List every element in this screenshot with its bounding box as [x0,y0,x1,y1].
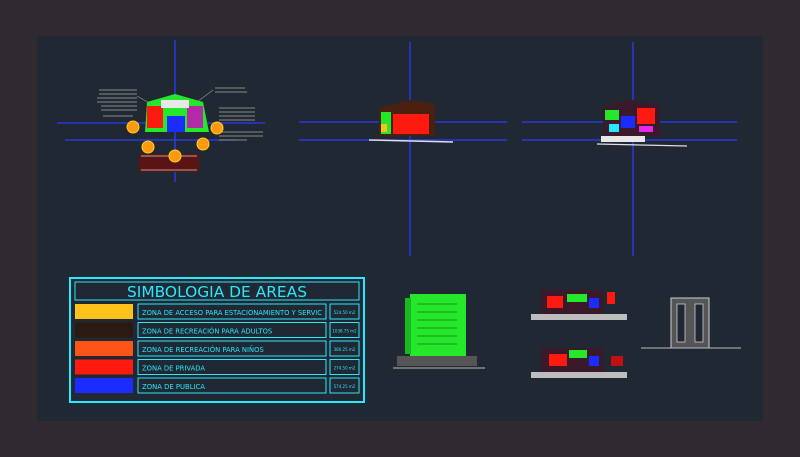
legend-row: ZONA DE ACCESO PARA ESTACIONAMIENTO Y SE… [75,303,360,320]
front-elevation-drawing[interactable] [368,100,454,143]
legend-swatch [75,378,133,393]
legend-label: ZONA DE RECREACIÓN PARA NIÑOS [142,345,264,354]
detailed-plan-red [637,108,655,124]
detail-c-right-slot [694,303,704,343]
section-a-blue [589,298,599,308]
legend-label: ZONA DE PRIVADA [142,365,205,373]
legend-label: ZONA DE PUBLICA [142,383,205,391]
drawing-canvas[interactable]: SIMBOLOGIA DE AREAS ZONA DE ACCESO PARA … [37,36,763,421]
legend-area-value: 524.50 m2 [334,310,356,315]
legend-label: ZONA DE RECREACIÓN PARA ADULTOS [142,327,273,336]
legend-area-value: 380.25 m2 [334,347,356,352]
area-legend[interactable]: SIMBOLOGIA DE AREAS ZONA DE ACCESO PARA … [69,277,365,403]
detail-c-left-slot [676,303,686,343]
site-plan-core [167,116,185,132]
detailed-plan-cyan [609,124,619,132]
section-b-drawing[interactable] [531,348,627,378]
section-a-base [531,314,627,320]
section-b-base [531,372,627,378]
legend-area-value: 574.25 m2 [334,384,356,389]
legend-swatch [75,322,133,338]
legend-area-value: 1038.75 m2 [332,329,357,334]
legend-label: ZONA DE ACCESO PARA ESTACIONAMIENTO Y SE… [142,309,322,317]
elevation-green-facade [410,294,466,356]
detailed-plan-drawing[interactable] [596,100,688,147]
legend-row: ZONA DE PRIVADA 274.50 m2 [75,359,360,375]
section-b-blue [589,356,599,366]
section-b-green [569,350,587,358]
section-b-side [611,356,623,366]
legend-row: ZONA DE PUBLICA 574.25 m2 [75,377,360,394]
legend-swatch [75,359,133,375]
annotation-lines-right [215,87,263,141]
detailed-plan-green [605,110,619,120]
elevation-yellow-panel [381,124,387,132]
site-plan-wing-right [187,106,203,128]
elevation-red-panel [393,114,429,134]
detailed-plan-ground [596,143,688,147]
section-a-green [567,294,587,302]
legend-swatch [75,341,133,356]
detailed-plan-blue [621,116,635,128]
detailed-plan-magenta [639,126,653,132]
legend-title: SIMBOLOGIA DE AREAS [127,283,307,301]
legend-swatch [75,304,133,319]
legend-row: ZONA DE RECREACIÓN PARA ADULTOS 1038.75 m… [75,322,360,338]
legend-row: ZONA DE RECREACIÓN PARA NIÑOS 380.25 m2 [75,340,360,357]
detail-c-drawing[interactable] [641,297,741,349]
elevation-green-sidebar [405,298,411,354]
annotation-lines-left [97,89,137,117]
section-a-side [607,292,615,304]
legend-area-value: 274.50 m2 [334,366,356,371]
site-plan-wing-left [147,106,163,128]
detailed-plan-base [601,136,645,142]
section-a-red [547,296,563,308]
axis-lines [57,40,737,256]
elevation-green-drawing[interactable] [393,294,485,369]
section-a-drawing[interactable] [531,290,627,320]
site-plan-court [161,100,189,108]
elevation-green-base [397,356,477,366]
site-plan-drawing[interactable] [97,87,263,172]
section-b-red [549,354,567,366]
